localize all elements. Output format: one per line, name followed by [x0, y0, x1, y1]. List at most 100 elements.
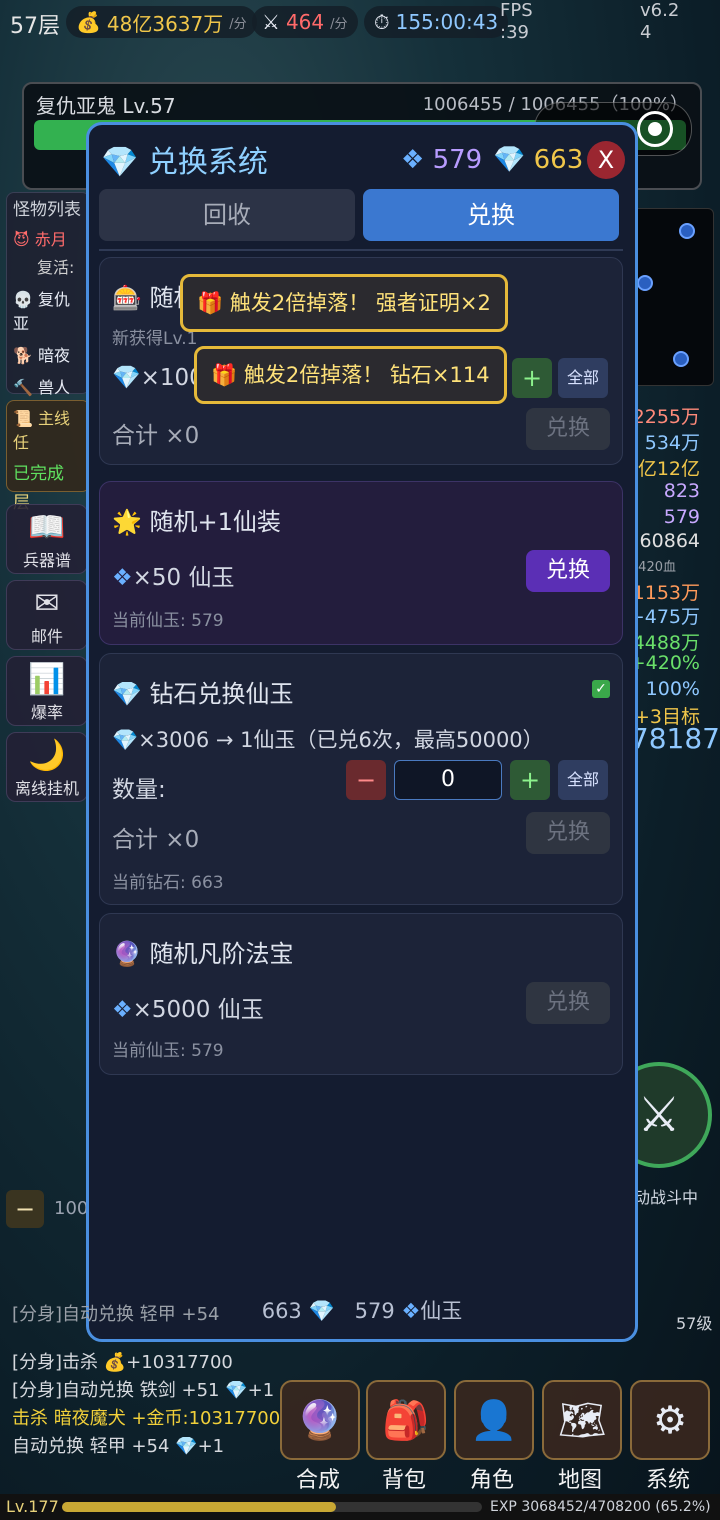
side-level-note: 57级: [676, 1314, 713, 1333]
diamond-icon: 💎: [493, 145, 526, 175]
minimap-marker: [679, 223, 695, 239]
gift-icon: 🎁: [197, 291, 224, 315]
exchange-rate-text: ×3006 → 1仙玉（已兑6次，最高50000）: [138, 728, 544, 752]
minimap-marker: [673, 351, 689, 367]
mail-icon: ✉: [34, 586, 60, 621]
monster-entry[interactable]: 💀 复仇亚: [7, 282, 89, 338]
log-line: [分身]自动兑换 铁剑 +51 💎+1: [12, 1380, 275, 1401]
minimap[interactable]: [632, 208, 714, 386]
crossed-swords-icon: ⚔: [637, 1087, 681, 1143]
toast-text: 触发2倍掉落！ 钻石×114: [243, 363, 490, 387]
quest-title: 📜 主线任: [7, 401, 89, 457]
fps-label: FPS: [500, 0, 533, 21]
log-line: [分身]自动兑换 轻甲 +54: [12, 1304, 220, 1325]
card-cost: 💎×100: [112, 364, 204, 391]
weapon-codex-button[interactable]: 📖 兵器谱: [6, 504, 88, 574]
tab-exchange[interactable]: 兑换: [363, 189, 619, 241]
fps-counter: FPS:39: [500, 0, 533, 44]
dock-map-button[interactable]: 🗺: [542, 1380, 622, 1460]
quantity-input[interactable]: 0: [394, 760, 502, 800]
axe-icon: 🔨: [13, 378, 33, 397]
log-line: 自动兑换 轻甲 +54 💎+1: [12, 1436, 225, 1457]
diamond-balance: 💎 663: [493, 145, 583, 175]
monster-name: 兽人: [38, 378, 71, 397]
jade-balance-value: 579: [432, 145, 483, 175]
stat-value: 160864: [627, 530, 700, 552]
card-title-text: 钻石兑换仙玉: [149, 680, 294, 708]
exchange-button[interactable]: 兑换: [526, 982, 610, 1024]
log-line: [分身]击杀 💰+10317700: [12, 1352, 233, 1373]
dock-character-button[interactable]: 👤: [454, 1380, 534, 1460]
exp-text: EXP 3068452/4708200 (65.2%): [490, 1499, 711, 1515]
gift-icon: 🎁: [211, 363, 238, 387]
select-all-button[interactable]: 全部: [558, 760, 608, 800]
mail-button[interactable]: ✉ 邮件: [6, 580, 88, 650]
card-cost: ❖×50 仙玉: [112, 558, 234, 592]
card-note: 当前仙玉: 579: [112, 1041, 224, 1061]
crossed-swords-icon: ⚔: [262, 10, 280, 34]
exchange-rate: 💎×3006 → 1仙玉（已兑6次，最高50000）: [112, 724, 544, 754]
stopwatch-icon: ⏱: [374, 10, 390, 34]
exchange-button[interactable]: 兑换: [526, 550, 610, 592]
dock-backpack-button[interactable]: 🎒: [366, 1380, 446, 1460]
select-all-button[interactable]: 全部: [558, 358, 608, 398]
card-title: 🌟 随机+1仙装: [112, 502, 281, 537]
drop-rate-button[interactable]: 📊 爆率: [6, 656, 88, 726]
revive-label: 复活:: [37, 258, 75, 277]
offline-idle-button[interactable]: 🌙 离线挂机: [6, 732, 88, 802]
mail-label: 邮件: [30, 627, 63, 646]
quest-status: 已完成: [13, 464, 64, 484]
jade-balance: ❖ 579: [401, 145, 482, 175]
stat-value: 2255万: [632, 406, 700, 428]
boss-name: 复仇亚鬼 Lv.57: [36, 94, 176, 118]
monster-entry[interactable]: 😈 赤月: [7, 222, 89, 254]
diamond-icon: 💎: [101, 145, 139, 180]
footer-jade: 579: [354, 1299, 395, 1323]
diamond-balance-value: 663: [533, 145, 584, 175]
card-note: 当前钻石: 663: [112, 873, 224, 893]
diamond-icon: 💎: [112, 365, 141, 391]
dog-icon: 🐕: [13, 346, 33, 365]
quantity-minus-button[interactable]: −: [346, 760, 386, 800]
floor-indicator: 57层: [10, 14, 60, 39]
kill-rate: ⚔ 464 /分: [252, 6, 358, 38]
tab-divider: [99, 249, 623, 251]
drop-toast: 🎁 触发2倍掉落！ 强者证明×2: [180, 274, 508, 332]
dock-character-label: 角色: [469, 1468, 514, 1493]
money-bag-icon: 💰: [76, 10, 101, 34]
monster-name: 赤月: [34, 230, 67, 249]
chart-icon: 📊: [28, 662, 66, 697]
toast-text: 触发2倍掉落！ 强者证明×2: [229, 291, 491, 315]
exchange-button[interactable]: 兑换: [526, 408, 610, 450]
exchange-button[interactable]: 兑换: [526, 812, 610, 854]
backpack-icon: 🎒: [382, 1398, 430, 1442]
skull-icon: 💀: [13, 290, 33, 309]
quantity-plus-button[interactable]: +: [512, 358, 552, 398]
quantity-plus-button[interactable]: +: [510, 760, 550, 800]
auto-exchange-checkbox[interactable]: ✓: [592, 680, 610, 698]
dock-system-button[interactable]: ⚙: [630, 1380, 710, 1460]
quantity-label: 数量:: [112, 777, 166, 803]
diamond-icon: 💎: [308, 1299, 335, 1323]
gold-rate-unit: /分: [229, 16, 247, 32]
map-icon: 🗺: [557, 1398, 607, 1442]
card-title-text: 随机凡阶法宝: [149, 940, 294, 968]
close-button[interactable]: X: [587, 141, 625, 179]
stat-value: 579: [663, 506, 700, 528]
close-miniprogram-icon[interactable]: [637, 111, 673, 147]
main-quest-panel[interactable]: 📜 主线任 已完成 层: [6, 400, 90, 513]
diamond-icon: 💎: [112, 680, 142, 708]
zoom-out-button[interactable]: −: [6, 1190, 44, 1228]
kill-rate-unit: /分: [330, 16, 348, 32]
monster-entry[interactable]: 🔨 兽人: [7, 370, 89, 402]
tab-recycle[interactable]: 回收: [99, 189, 355, 241]
modal-title-text: 兑换系统: [147, 145, 268, 180]
diamond-icon: 💎: [112, 728, 139, 752]
monster-entry[interactable]: 🐕 暗夜: [7, 338, 89, 370]
exp-fill: [62, 1502, 336, 1512]
kill-rate-value: 464: [285, 10, 325, 34]
jade-icon: ❖: [112, 997, 133, 1023]
stat-value: +420%: [629, 652, 700, 674]
dock-synthesize-button[interactable]: 🔮: [280, 1380, 360, 1460]
footer-diamonds: 663: [261, 1299, 302, 1323]
